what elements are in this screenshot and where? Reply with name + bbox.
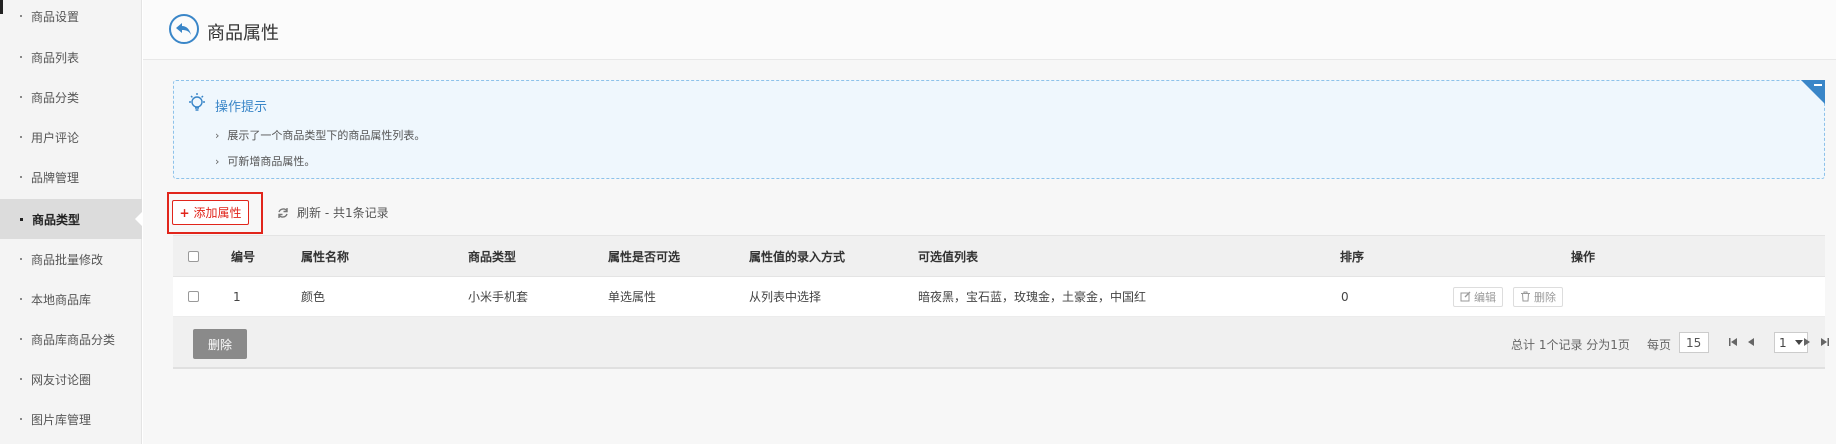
bullet-icon: › (215, 129, 220, 142)
bullet-icon (20, 15, 22, 17)
bullet-icon (20, 338, 22, 340)
row-select-cell (188, 277, 199, 316)
select-all-checkbox[interactable] (188, 250, 199, 262)
column-header: 商品类型 (468, 249, 517, 264)
edit-icon (1460, 291, 1471, 302)
column-header: 属性名称 (301, 249, 350, 264)
refresh-icon (278, 207, 288, 218)
row-checkbox[interactable] (188, 291, 199, 302)
bullet-icon (20, 56, 22, 58)
prev-page-icon[interactable] (1747, 337, 1755, 347)
sidebar-item-label: 本地商品库 (31, 292, 92, 307)
cell-name: 颜色 (301, 290, 326, 304)
chevron-down-icon (1795, 340, 1803, 345)
delete-row-button[interactable]: 删除 (1513, 286, 1563, 307)
column-header: 编号 (231, 249, 256, 264)
sidebar-item-label: 商品库商品分类 (31, 332, 116, 347)
bullet-icon (20, 378, 22, 380)
table-row: 1 颜色 小米手机套 单选属性 从列表中选择 暗夜黑，宝石蓝，玫瑰金，土豪金，中… (173, 277, 1825, 317)
cell-input-mode: 从列表中选择 (749, 290, 822, 304)
first-page-icon[interactable] (1728, 337, 1738, 347)
tips-title: 操作提示 (215, 100, 268, 115)
sidebar-item-batch-edit[interactable]: 商品批量修改 (0, 239, 142, 279)
last-page-icon[interactable] (1820, 337, 1830, 347)
sidebar-item-label: 网友讨论圈 (31, 372, 92, 387)
column-header: 属性是否可选 (608, 249, 681, 264)
edit-button[interactable]: 编辑 (1453, 286, 1503, 307)
sidebar-item-user-comments[interactable]: 用户评论 (0, 117, 142, 157)
sidebar-item-label: 商品类型 (32, 212, 81, 227)
bulk-delete-button[interactable]: 删除 (193, 329, 247, 359)
cell-selectable: 单选属性 (608, 290, 657, 304)
pager-summary: 总计 1个记录 分为1页 (1511, 338, 1630, 352)
cell-sort: 0 (1341, 289, 1349, 304)
bullet-icon (20, 418, 22, 420)
sidebar-item-discussion[interactable]: 网友讨论圈 (0, 359, 142, 399)
add-attribute-label: 添加属性 (193, 206, 242, 220)
tips-panel: 操作提示 › 展示了一个商品类型下的商品属性列表。 › 可新增商品属性。 (173, 80, 1825, 179)
page-title: 商品属性 (207, 23, 279, 44)
cell-actions: 编辑 删除 (1453, 277, 1573, 316)
next-page-icon[interactable] (1803, 337, 1811, 347)
sidebar-item-label: 商品分类 (31, 90, 80, 105)
table-footer: 删除 总计 1个记录 分为1页 每页 15 1 (173, 317, 1829, 369)
edit-label: 编辑 (1474, 290, 1496, 304)
attribute-table: 编号 属性名称 商品类型 属性是否可选 属性值的录入方式 可选值列表 排序 操作… (173, 235, 1829, 369)
back-arrow-icon (176, 23, 191, 35)
sidebar-item-goods-list[interactable]: 商品列表 (0, 37, 142, 77)
bullet-icon (20, 176, 22, 178)
tips-line: › 展示了一个商品类型下的商品属性列表。 (215, 127, 425, 143)
tips-line: › 可新增商品属性。 (215, 153, 315, 169)
per-page-input[interactable]: 15 (1679, 332, 1709, 353)
collapse-tips-button[interactable] (1801, 80, 1825, 104)
sidebar-item-label: 品牌管理 (31, 170, 80, 185)
bullet-icon (20, 258, 22, 260)
select-all-cell (188, 236, 199, 276)
per-page-label: 每页 (1647, 338, 1672, 352)
cell-values: 暗夜黑，宝石蓝，玫瑰金，土豪金，中国红 (918, 290, 1147, 304)
sidebar-item-local-library[interactable]: 本地商品库 (0, 279, 142, 319)
current-page: 1 (1779, 335, 1787, 350)
tips-line-text: 可新增商品属性。 (227, 155, 316, 168)
tips-line-text: 展示了一个商品类型下的商品属性列表。 (227, 129, 426, 142)
column-header: 操作 (1571, 249, 1596, 264)
bullet-icon (20, 136, 22, 138)
bullet-icon (20, 96, 22, 98)
page-header: 商品属性 (143, 0, 1836, 60)
sidebar-item-image-library[interactable]: 图片库管理 (0, 399, 142, 439)
sidebar-item-goods-settings[interactable]: 商品设置 (0, 0, 142, 36)
sidebar-item-label: 商品批量修改 (31, 252, 104, 267)
main-content: 商品属性 操作提示 › 展示了一个商品类型下的商品属性列表。 › 可新增商品属性。 … (143, 0, 1836, 444)
delete-label: 删除 (1534, 290, 1556, 304)
plus-icon: + (179, 205, 190, 220)
sidebar-item-goods-category[interactable]: 商品分类 (0, 77, 142, 117)
sidebar-item-brand-management[interactable]: 品牌管理 (0, 157, 142, 197)
bullet-icon (20, 217, 23, 221)
trash-icon (1521, 291, 1530, 302)
sidebar-item-label: 用户评论 (31, 130, 80, 145)
bullet-icon: › (215, 155, 220, 168)
cell-id: 1 (233, 289, 241, 304)
refresh-button[interactable]: 刷新 - 共1条记录 (277, 204, 389, 221)
column-header: 排序 (1340, 249, 1365, 264)
sidebar: 商品设置 商品列表 商品分类 用户评论 品牌管理 商品类型 商品批量修改 本地商… (0, 0, 143, 444)
sidebar-item-goods-type[interactable]: 商品类型 (0, 199, 143, 239)
minus-icon (1814, 84, 1822, 86)
column-header: 属性值的录入方式 (749, 249, 846, 264)
sidebar-item-label: 图片库管理 (31, 412, 92, 427)
add-attribute-button[interactable]: + 添加属性 (172, 200, 249, 225)
bullet-icon (20, 298, 22, 300)
refresh-label: 刷新 - 共1条记录 (297, 206, 389, 220)
lightbulb-icon (189, 93, 205, 111)
sidebar-item-label: 商品设置 (31, 9, 80, 24)
back-button[interactable] (169, 14, 199, 44)
table-header: 编号 属性名称 商品类型 属性是否可选 属性值的录入方式 可选值列表 排序 操作 (173, 235, 1825, 277)
column-header: 可选值列表 (918, 249, 979, 264)
cell-type: 小米手机套 (468, 290, 529, 304)
sidebar-item-label: 商品列表 (31, 50, 80, 65)
sidebar-item-library-category[interactable]: 商品库商品分类 (0, 319, 142, 359)
